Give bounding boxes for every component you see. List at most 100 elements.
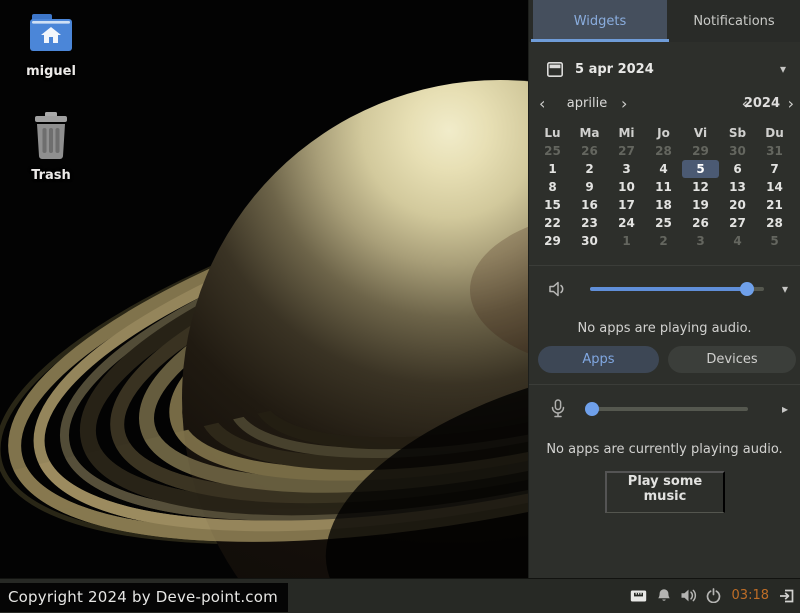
calendar-day[interactable]: 4 <box>719 232 756 250</box>
calendar-day[interactable]: 26 <box>571 142 608 160</box>
volume-slider-fill <box>590 287 747 291</box>
weekday-header: Jo <box>645 124 682 142</box>
calendar-day[interactable]: 8 <box>534 178 571 196</box>
calendar-day[interactable]: 20 <box>719 196 756 214</box>
exit-icon[interactable] <box>778 585 796 607</box>
calendar-day[interactable]: 19 <box>682 196 719 214</box>
tab-widgets-label: Widgets <box>574 14 627 29</box>
calendar-day[interactable]: 5 <box>682 160 719 178</box>
calendar-day[interactable]: 1 <box>534 160 571 178</box>
weekday-header: Sb <box>719 124 756 142</box>
system-tray: 03:18 <box>630 578 796 613</box>
calendar-day[interactable]: 13 <box>719 178 756 196</box>
calendar-day[interactable]: 9 <box>571 178 608 196</box>
widgets-panel: Widgets Notifications 5 apr 2024 ▾ ‹ apr… <box>528 0 800 578</box>
audio-status-text: No apps are playing audio. <box>529 321 800 336</box>
volume-slider[interactable] <box>590 282 764 296</box>
calendar-grid: LuMaMiJoViSbDu 2526272829303112345678910… <box>534 124 793 250</box>
calendar-day[interactable]: 25 <box>534 142 571 160</box>
desktop-icon-label: Trash <box>8 168 94 183</box>
copyright-watermark: Copyright 2024 by Deve-point.com <box>0 583 288 612</box>
calendar-day[interactable]: 24 <box>608 214 645 232</box>
calendar-day[interactable]: 6 <box>719 160 756 178</box>
calendar-current-date: 5 apr 2024 <box>575 62 654 77</box>
microphone-slider-track[interactable] <box>586 407 748 411</box>
desktop-icon-label: miguel <box>8 64 94 79</box>
calendar-day[interactable]: 27 <box>719 214 756 232</box>
calendar-weekday-row: LuMaMiJoViSbDu <box>534 124 793 142</box>
calendar-day[interactable]: 1 <box>608 232 645 250</box>
volume-dropdown-icon[interactable]: ▾ <box>782 282 788 296</box>
calendar-day[interactable]: 27 <box>608 142 645 160</box>
calendar-day[interactable]: 17 <box>608 196 645 214</box>
calendar-day[interactable]: 25 <box>645 214 682 232</box>
calendar-day[interactable]: 11 <box>645 178 682 196</box>
tab-widgets[interactable]: Widgets <box>533 0 667 42</box>
next-year-button[interactable]: › <box>788 96 794 112</box>
microphone-slider-handle[interactable] <box>585 402 599 416</box>
volume-row: ▾ <box>529 274 800 304</box>
calendar-day[interactable]: 3 <box>608 160 645 178</box>
calendar-day[interactable]: 22 <box>534 214 571 232</box>
calendar-day[interactable]: 31 <box>756 142 793 160</box>
apps-toggle-button[interactable]: Apps <box>538 346 659 373</box>
speaker-icon[interactable] <box>548 280 568 298</box>
next-month-button[interactable]: › <box>621 96 627 112</box>
month-label: aprilie <box>557 96 617 111</box>
calendar-day[interactable]: 18 <box>645 196 682 214</box>
calendar-day[interactable]: 16 <box>571 196 608 214</box>
calendar-day[interactable]: 5 <box>756 232 793 250</box>
microphone-slider[interactable] <box>586 402 748 416</box>
calendar-month-nav: ‹ aprilie › ‹ 2024 › <box>529 94 800 118</box>
weekday-header: Ma <box>571 124 608 142</box>
calendar-day[interactable]: 23 <box>571 214 608 232</box>
audio-toggle-group: Apps Devices <box>529 346 800 373</box>
year-label: 2024 <box>744 96 780 111</box>
taskbar-clock[interactable]: 03:18 <box>730 588 771 603</box>
desktop: miguel Trash Widgets Notifications <box>0 0 800 613</box>
network-icon[interactable] <box>630 585 648 607</box>
calendar-day[interactable]: 4 <box>645 160 682 178</box>
calendar-day[interactable]: 7 <box>756 160 793 178</box>
speaker-icon[interactable] <box>680 585 698 607</box>
calendar-day[interactable]: 2 <box>571 160 608 178</box>
calendar-icon <box>547 62 563 77</box>
playback-status-text: No apps are currently playing audio. <box>529 442 800 457</box>
home-folder-icon <box>28 10 74 56</box>
calendar-day[interactable]: 30 <box>719 142 756 160</box>
weekday-header: Mi <box>608 124 645 142</box>
desktop-icon-trash[interactable]: Trash <box>8 112 94 183</box>
calendar-day[interactable]: 29 <box>534 232 571 250</box>
separator <box>529 384 800 385</box>
power-icon[interactable] <box>705 585 723 607</box>
calendar-day[interactable]: 14 <box>756 178 793 196</box>
prev-month-button[interactable]: ‹ <box>539 96 545 112</box>
weekday-header: Vi <box>682 124 719 142</box>
bell-icon[interactable] <box>655 585 673 607</box>
calendar-day[interactable]: 30 <box>571 232 608 250</box>
volume-slider-handle[interactable] <box>740 282 754 296</box>
calendar-day[interactable]: 28 <box>645 142 682 160</box>
tab-notifications-label: Notifications <box>693 14 774 29</box>
calendar-day[interactable]: 29 <box>682 142 719 160</box>
calendar-day[interactable]: 3 <box>682 232 719 250</box>
desktop-icon-home-folder[interactable]: miguel <box>8 10 94 79</box>
tab-notifications[interactable]: Notifications <box>667 0 800 42</box>
calendar-day[interactable]: 10 <box>608 178 645 196</box>
calendar-collapse-arrow-icon[interactable]: ▾ <box>780 62 786 76</box>
calendar-header[interactable]: 5 apr 2024 ▾ <box>529 52 800 86</box>
calendar-day[interactable]: 2 <box>645 232 682 250</box>
separator <box>529 265 800 266</box>
play-some-music-button[interactable]: Play some music <box>605 471 725 513</box>
microphone-icon[interactable] <box>551 399 565 419</box>
calendar-day[interactable]: 21 <box>756 196 793 214</box>
calendar-day[interactable]: 26 <box>682 214 719 232</box>
microphone-expand-icon[interactable]: ▸ <box>782 402 788 416</box>
calendar-day[interactable]: 12 <box>682 178 719 196</box>
calendar-day[interactable]: 15 <box>534 196 571 214</box>
weekday-header: Du <box>756 124 793 142</box>
devices-toggle-button[interactable]: Devices <box>668 346 796 373</box>
microphone-row: ▸ <box>529 394 800 424</box>
weekday-header: Lu <box>534 124 571 142</box>
calendar-day[interactable]: 28 <box>756 214 793 232</box>
